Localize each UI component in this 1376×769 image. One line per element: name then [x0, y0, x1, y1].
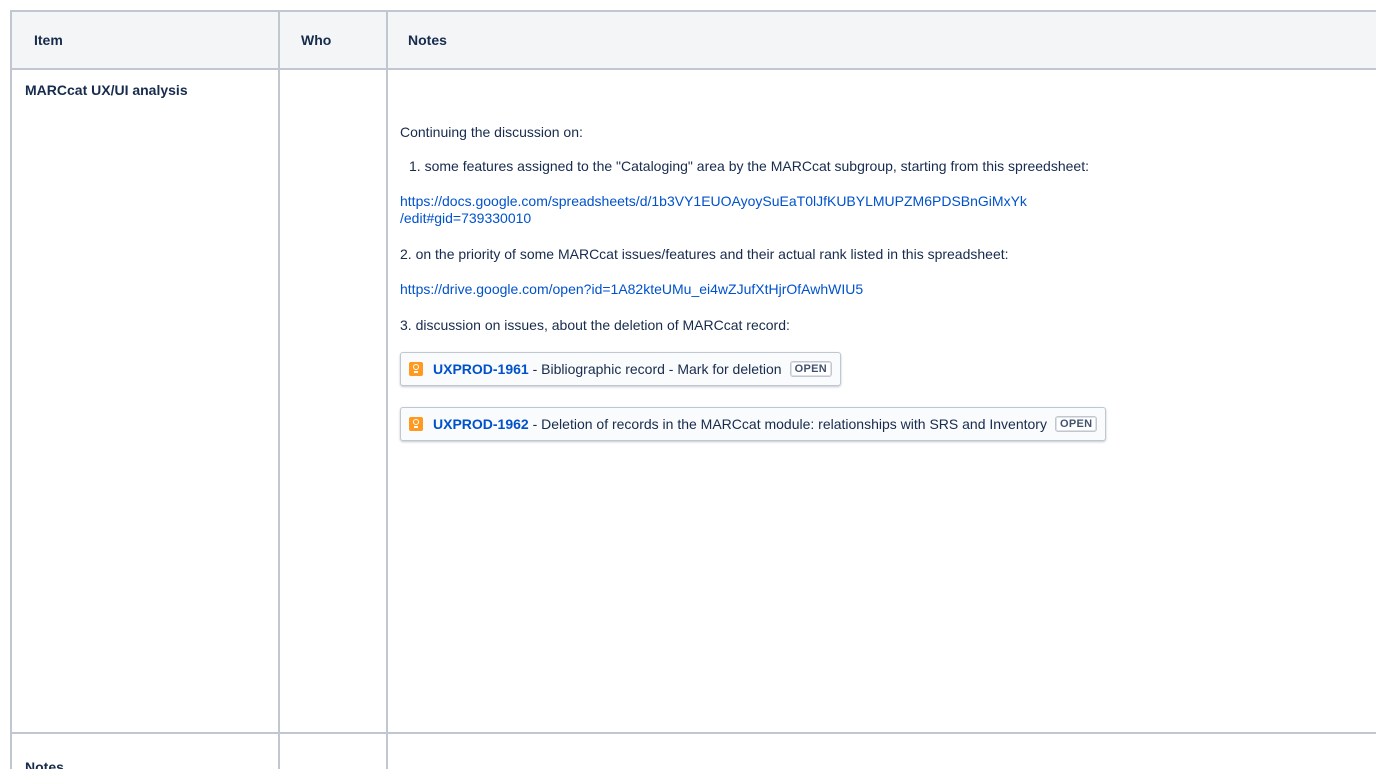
meeting-notes-table: Item Who Notes MARCcat UX/UI analysis Co…	[10, 10, 1376, 769]
spreadsheet-link[interactable]: https://docs.google.com/spreadsheets/d/1…	[400, 193, 1376, 227]
item-cell: MARCcat UX/UI analysis	[10, 68, 280, 734]
status-badge: OPEN	[1054, 416, 1098, 432]
page: Item Who Notes MARCcat UX/UI analysis Co…	[0, 0, 1376, 769]
jira-issue-card[interactable]: UXPROD-1961 - Bibliographic record - Mar…	[400, 352, 841, 386]
priority-text: 2. on the priority of some MARCcat issue…	[400, 246, 1009, 262]
table-header-row: Item Who Notes	[10, 10, 1376, 70]
status-badge: OPEN	[789, 361, 832, 377]
deletion-text: 3. discussion on issues, about the delet…	[400, 317, 790, 333]
list-item: 1. some features assigned to the "Catalo…	[400, 158, 1376, 175]
column-header-who: Who	[278, 10, 388, 70]
spreadsheet-link-line2: /edit#gid=739330010	[400, 210, 532, 226]
column-header-notes: Notes	[386, 10, 1376, 70]
drive-link[interactable]: https://drive.google.com/open?id=1A82kte…	[400, 281, 1376, 298]
spreadsheet-link-line1: https://docs.google.com/spreadsheets/d/1…	[400, 193, 1027, 209]
improvement-icon	[409, 362, 423, 376]
column-header-item: Item	[10, 10, 280, 70]
intro-text: Continuing the discussion on:	[400, 124, 583, 140]
item-cell: Notes	[10, 732, 280, 769]
table-row: Notes	[10, 732, 1376, 769]
jira-issue-separator: -	[528, 416, 542, 432]
list-number: 1.	[409, 158, 421, 174]
jira-issue-key[interactable]: UXPROD-1961	[433, 361, 529, 377]
list-text: some features assigned to the "Catalogin…	[424, 158, 1089, 174]
jira-issue-summary: Deletion of records in the MARCcat modul…	[541, 416, 1047, 432]
jira-issue-card[interactable]: UXPROD-1962 - Deletion of records in the…	[400, 407, 1107, 441]
table-row: MARCcat UX/UI analysis Continuing the di…	[10, 68, 1376, 734]
jira-issue-separator: -	[528, 361, 542, 377]
jira-issue-summary: Bibliographic record - Mark for deletion	[541, 361, 782, 377]
improvement-icon	[409, 417, 423, 431]
jira-issue-key[interactable]: UXPROD-1962	[433, 416, 529, 432]
who-cell	[278, 732, 388, 769]
notes-cell	[386, 732, 1376, 769]
notes-cell: Continuing the discussion on: 1. some fe…	[386, 68, 1376, 734]
who-cell	[278, 68, 388, 734]
